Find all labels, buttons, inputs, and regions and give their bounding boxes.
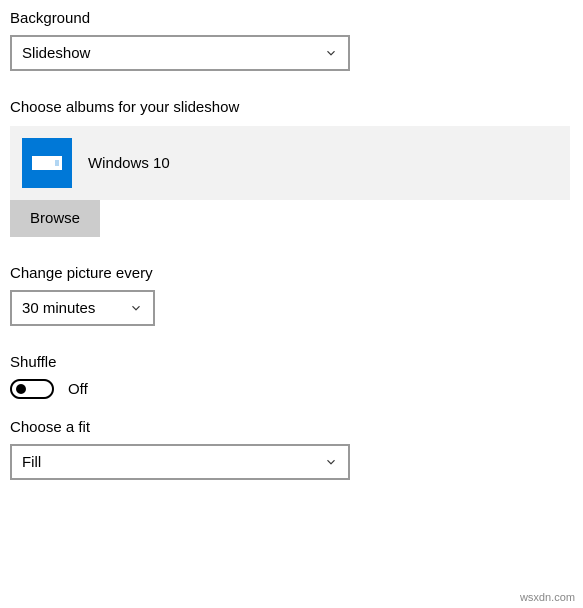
- background-dropdown-value: Slideshow: [22, 45, 90, 62]
- browse-button[interactable]: Browse: [10, 200, 100, 237]
- background-label: Background: [10, 10, 573, 27]
- fit-label: Choose a fit: [10, 419, 573, 436]
- background-dropdown[interactable]: Slideshow: [10, 35, 350, 71]
- shuffle-toggle[interactable]: [10, 379, 54, 399]
- album-name: Windows 10: [88, 155, 170, 172]
- interval-dropdown-value: 30 minutes: [22, 300, 95, 317]
- fit-dropdown-value: Fill: [22, 454, 41, 471]
- fit-dropdown[interactable]: Fill: [10, 444, 350, 480]
- watermark: wsxdn.com: [520, 592, 575, 604]
- shuffle-label: Shuffle: [10, 354, 573, 371]
- drive-icon: [22, 138, 72, 188]
- chevron-down-icon: [324, 46, 338, 60]
- chevron-down-icon: [324, 455, 338, 469]
- interval-label: Change picture every: [10, 265, 573, 282]
- albums-label: Choose albums for your slideshow: [10, 99, 573, 116]
- toggle-knob: [16, 384, 26, 394]
- album-item[interactable]: Windows 10: [10, 126, 570, 200]
- shuffle-state: Off: [68, 381, 88, 398]
- chevron-down-icon: [129, 301, 143, 315]
- interval-dropdown[interactable]: 30 minutes: [10, 290, 155, 326]
